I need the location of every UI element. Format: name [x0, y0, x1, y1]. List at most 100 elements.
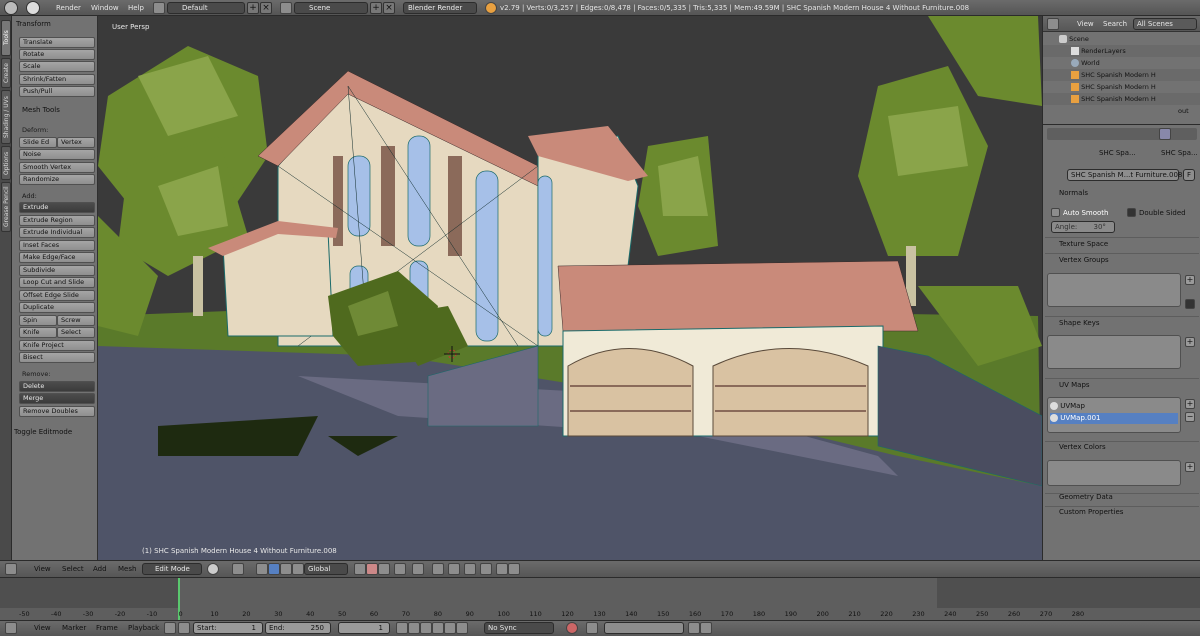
jump-end-icon[interactable] [456, 622, 468, 634]
add-vertex-color-button[interactable]: + [1185, 462, 1195, 472]
vertex-select-icon[interactable] [366, 563, 378, 575]
add-vertex-group-button[interactable]: + [1185, 275, 1195, 285]
manipulator-icon[interactable] [256, 563, 268, 575]
mesh-tools-panel-header[interactable]: Mesh Tools [22, 106, 60, 114]
duplicate-button[interactable]: Duplicate [19, 302, 95, 313]
breadcrumb-object[interactable]: SHC Spa... [1099, 149, 1136, 157]
extrude-individual-button[interactable]: Extrude Individual [19, 227, 95, 238]
transform-orientation-select[interactable]: Global [304, 563, 348, 575]
uv-map-item-selected[interactable]: UVMap.001 [1050, 413, 1178, 424]
snap-element-icon[interactable] [464, 563, 476, 575]
double-sided-checkbox[interactable] [1127, 208, 1136, 217]
uv-maps-panel-header[interactable]: UV Maps [1059, 381, 1090, 389]
face-select-icon[interactable] [394, 563, 406, 575]
keying-set-icon[interactable] [586, 622, 598, 634]
screen-layout-icon[interactable] [153, 2, 165, 14]
tab-tools[interactable]: Tools [1, 20, 11, 56]
knife-select-button[interactable]: Select [57, 327, 95, 338]
outliner-row-partial[interactable]: out [1043, 105, 1200, 115]
merge-menu[interactable]: Merge [19, 393, 95, 404]
rotate-manipulator-icon[interactable] [280, 563, 292, 575]
render-still-icon[interactable] [480, 563, 492, 575]
shrink-fatten-button[interactable]: Shrink/Fatten [19, 74, 95, 85]
add-shape-key-button[interactable]: + [1185, 337, 1195, 347]
prev-keyframe-icon[interactable] [408, 622, 420, 634]
noise-button[interactable]: Noise [19, 149, 95, 160]
push-pull-button[interactable]: Push/Pull [19, 86, 95, 97]
outliner-row-object-1[interactable]: SHC Spanish Modern H [1043, 69, 1200, 81]
edge-select-icon[interactable] [378, 563, 390, 575]
pivot-point-icon[interactable] [232, 563, 244, 575]
uv-maps-list[interactable]: UVMap UVMap.001 [1047, 397, 1181, 433]
translate-button[interactable]: Translate [19, 37, 95, 48]
translate-manipulator-icon[interactable] [268, 563, 280, 575]
menu-help[interactable]: Help [128, 4, 144, 12]
vertex-group-menu-button[interactable] [1185, 299, 1195, 309]
editor-type-icon[interactable] [5, 622, 17, 634]
scene-select[interactable]: Scene [294, 2, 368, 14]
layer-icon[interactable] [354, 563, 366, 575]
scene-icon[interactable] [280, 2, 292, 14]
outliner-row-world[interactable]: World [1043, 57, 1200, 69]
remove-uv-map-button[interactable]: − [1185, 412, 1195, 422]
make-edge-face-button[interactable]: Make Edge/Face [19, 252, 95, 263]
auto-smooth-angle-field[interactable]: Angle: 30° [1051, 221, 1115, 233]
bisect-button[interactable]: Bisect [19, 352, 95, 363]
fake-user-button[interactable]: F [1183, 169, 1195, 181]
knife-button[interactable]: Knife [19, 327, 57, 338]
auto-smooth-checkbox[interactable] [1051, 208, 1060, 217]
delete-keyframe-icon[interactable] [700, 622, 712, 634]
timeline[interactable]: -50 -40 -30 -20 -10 0 10 20 30 40 50 60 70 80 90 100 110… [0, 577, 1200, 621]
outliner-search-menu[interactable]: Search [1103, 20, 1127, 28]
shape-keys-list[interactable] [1047, 335, 1181, 369]
menu-render[interactable]: Render [56, 4, 81, 12]
tab-grease-pencil[interactable]: Grease Pencil [1, 182, 11, 232]
texture-space-panel-header[interactable]: Texture Space [1059, 240, 1108, 248]
tab-shading-uvs[interactable]: Shading / UVs [1, 90, 11, 144]
opengl-render-icon[interactable] [508, 563, 520, 575]
preview-range-icon[interactable] [164, 622, 176, 634]
snap-icon[interactable] [448, 563, 460, 575]
viewport-shading-icon[interactable] [207, 563, 219, 575]
loop-cut-slide-button[interactable]: Loop Cut and Slide [19, 277, 95, 288]
normals-panel-header[interactable]: Normals [1059, 189, 1088, 197]
outliner-view-menu[interactable]: View [1077, 20, 1094, 28]
geometry-data-panel-header[interactable]: Geometry Data [1059, 493, 1113, 501]
record-icon[interactable] [566, 622, 578, 634]
vertex-colors-list[interactable] [1047, 460, 1181, 486]
end-frame-field[interactable]: End: 250 [265, 622, 331, 634]
menu-window[interactable]: Window [91, 4, 119, 12]
vertex-groups-list[interactable] [1047, 273, 1181, 307]
delete-menu[interactable]: Delete [19, 381, 95, 392]
outliner-row-renderlayers[interactable]: RenderLayers [1043, 45, 1200, 57]
limit-selection-icon[interactable] [412, 563, 424, 575]
play-icon[interactable] [432, 622, 444, 634]
smooth-vertex-button[interactable]: Smooth Vertex [19, 162, 95, 173]
add-uv-map-button[interactable]: + [1185, 399, 1195, 409]
frame-menu[interactable]: Frame [96, 624, 118, 632]
subdivide-button[interactable]: Subdivide [19, 265, 95, 276]
mesh-menu[interactable]: Mesh [118, 565, 136, 573]
add-menu[interactable]: Add [93, 565, 107, 573]
knife-project-button[interactable]: Knife Project [19, 340, 95, 351]
inset-faces-button[interactable]: Inset Faces [19, 240, 95, 251]
editor-type-icon[interactable] [4, 1, 18, 15]
uv-map-item[interactable]: UVMap [1050, 401, 1178, 412]
editor-type-icon[interactable] [5, 563, 17, 575]
extrude-menu[interactable]: Extrude [19, 202, 95, 213]
next-keyframe-icon[interactable] [444, 622, 456, 634]
select-menu[interactable]: Select [62, 565, 84, 573]
outliner-row-object-3[interactable]: SHC Spanish Modern H [1043, 93, 1200, 105]
tab-mesh-data[interactable] [1159, 128, 1171, 140]
remove-layout-button[interactable]: × [260, 2, 272, 14]
slide-edge-button[interactable]: Slide Ed [19, 137, 57, 148]
shape-keys-panel-header[interactable]: Shape Keys [1059, 319, 1099, 327]
insert-keyframe-icon[interactable] [688, 622, 700, 634]
timeline-view-menu[interactable]: View [34, 624, 51, 632]
outliner-display-filter[interactable]: All Scenes [1133, 18, 1197, 30]
start-frame-field[interactable]: Start: 1 [193, 622, 263, 634]
outliner-row-object-2[interactable]: SHC Spanish Modern H [1043, 81, 1200, 93]
lock-time-icon[interactable] [178, 622, 190, 634]
proportional-edit-icon[interactable] [432, 563, 444, 575]
3d-viewport[interactable]: User Persp (1) SHC Spanish Modern House … [98, 16, 1042, 560]
